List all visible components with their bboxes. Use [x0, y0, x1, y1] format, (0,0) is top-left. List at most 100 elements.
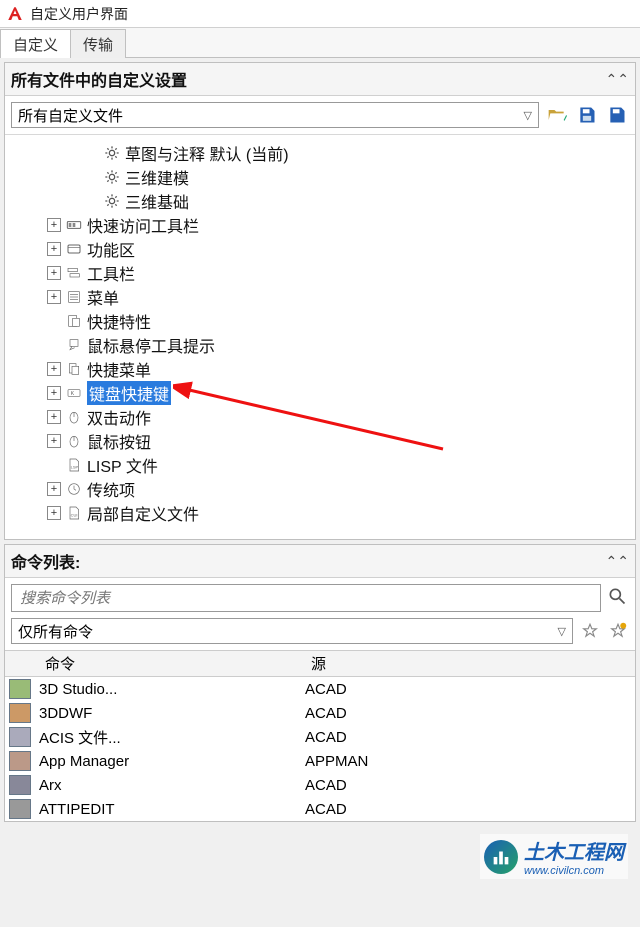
tree-label-selected: 键盘快捷键: [87, 381, 171, 405]
save-as-button[interactable]: [605, 103, 629, 127]
tree-label: 菜单: [87, 285, 119, 309]
table-row[interactable]: ACIS 文件... ACAD: [5, 725, 635, 749]
lisp-file-icon: LSP: [65, 456, 83, 474]
tree-node-menu[interactable]: + 菜单: [15, 285, 631, 309]
customizations-header: 所有文件中的自定义设置 ⌃⌃: [5, 63, 635, 96]
expand-toggle[interactable]: +: [47, 482, 61, 496]
menu-icon: [65, 288, 83, 306]
keyboard-icon: K: [65, 384, 83, 402]
command-list-title: 命令列表:: [11, 549, 80, 573]
context-menu-icon: [65, 360, 83, 378]
tree-label: 传统项: [87, 477, 135, 501]
tree-label: 鼠标按钮: [87, 429, 151, 453]
save-button[interactable]: [575, 103, 599, 127]
tree-node-mouse-buttons[interactable]: + 鼠标按钮: [15, 429, 631, 453]
watermark-logo-icon: [484, 840, 518, 874]
tree-node-keyboard-shortcuts[interactable]: + K 键盘快捷键: [15, 381, 631, 405]
tree-node-partial-cui[interactable]: + CUI 局部自定义文件: [15, 501, 631, 525]
column-header-command[interactable]: 命令: [5, 653, 305, 674]
toolbars-icon: [65, 264, 83, 282]
collapse-button[interactable]: ⌃⌃: [606, 71, 629, 88]
chevron-down-icon: ▽: [524, 109, 532, 122]
tree-node-toolbar[interactable]: + 工具栏: [15, 261, 631, 285]
expand-toggle[interactable]: +: [47, 266, 61, 280]
watermark: 土木工程网 www.civilcn.com: [480, 834, 628, 879]
open-file-button[interactable]: [545, 103, 569, 127]
svg-text:CUI: CUI: [71, 512, 78, 517]
expand-toggle[interactable]: +: [47, 290, 61, 304]
file-combo[interactable]: 所有自定义文件 ▽: [11, 102, 539, 128]
table-row[interactable]: 3DDWF ACAD: [5, 701, 635, 725]
command-source: ACAD: [305, 681, 635, 698]
mouse-doubleclick-icon: [65, 408, 83, 426]
customization-tree[interactable]: 草图与注释 默认 (当前) 三维建模 三维基础 + 快速访问工具栏: [5, 135, 635, 539]
tree-label: 双击动作: [87, 405, 151, 429]
gear-icon: [103, 144, 121, 162]
tree-node-ribbon[interactable]: + 功能区: [15, 237, 631, 261]
svg-text:LSP: LSP: [71, 464, 79, 469]
command-icon: [9, 799, 31, 819]
command-filter-combo[interactable]: 仅所有命令 ▽: [11, 618, 573, 644]
file-combo-value: 所有自定义文件: [18, 105, 123, 126]
tree-node-3d-basics[interactable]: 三维基础: [15, 189, 631, 213]
tree-node-quick-props[interactable]: 快捷特性: [15, 309, 631, 333]
command-icon: [9, 679, 31, 699]
tree-node-qat[interactable]: + 快速访问工具栏: [15, 213, 631, 237]
table-row[interactable]: App Manager APPMAN: [5, 749, 635, 773]
title-bar: 自定义用户界面: [0, 0, 640, 28]
properties-icon: [65, 312, 83, 330]
command-name: App Manager: [39, 753, 305, 770]
customizations-section: 所有文件中的自定义设置 ⌃⌃ 所有自定义文件 ▽ 草图与注释 默认 (当前): [4, 62, 636, 540]
table-row[interactable]: 3D Studio... ACAD: [5, 677, 635, 701]
expand-toggle[interactable]: +: [47, 410, 61, 424]
expand-toggle[interactable]: +: [47, 362, 61, 376]
command-name: ATTIPEDIT: [39, 801, 305, 818]
gear-icon: [103, 168, 121, 186]
table-row[interactable]: Arx ACAD: [5, 773, 635, 797]
tree-spacer: [47, 458, 61, 472]
tree-label: 草图与注释 默认 (当前): [125, 141, 289, 165]
column-header-source[interactable]: 源: [305, 653, 635, 674]
tab-strip: 自定义 传输: [0, 28, 640, 58]
tree-node-double-click[interactable]: + 双击动作: [15, 405, 631, 429]
tree-node-rollover-tooltip[interactable]: 鼠标悬停工具提示: [15, 333, 631, 357]
tree-label: 快捷菜单: [87, 357, 151, 381]
tab-transfer[interactable]: 传输: [70, 29, 126, 58]
tree-node-shortcut-menu[interactable]: + 快捷菜单: [15, 357, 631, 381]
expand-toggle[interactable]: +: [47, 434, 61, 448]
tree-node-draft-annotate[interactable]: 草图与注释 默认 (当前): [15, 141, 631, 165]
toolbar-icon: [65, 216, 83, 234]
tooltip-icon: [65, 336, 83, 354]
expand-toggle[interactable]: +: [47, 218, 61, 232]
window-title: 自定义用户界面: [30, 4, 128, 24]
command-name: 3D Studio...: [39, 681, 305, 698]
favorite-button[interactable]: [579, 620, 601, 642]
command-name: 3DDWF: [39, 705, 305, 722]
tree-label: 快速访问工具栏: [87, 213, 199, 237]
expand-toggle[interactable]: +: [47, 386, 61, 400]
tree-label: 工具栏: [87, 261, 135, 285]
command-source: APPMAN: [305, 753, 635, 770]
expand-toggle[interactable]: +: [47, 242, 61, 256]
command-name: ACIS 文件...: [39, 727, 305, 748]
table-row[interactable]: ATTIPEDIT ACAD: [5, 797, 635, 821]
expand-toggle[interactable]: +: [47, 506, 61, 520]
command-search-input[interactable]: [11, 584, 601, 612]
watermark-brand: 土木工程网: [524, 836, 624, 865]
command-icon: [9, 751, 31, 771]
new-favorite-button[interactable]: [607, 620, 629, 642]
tree-label: LISP 文件: [87, 453, 158, 477]
autocad-app-icon: [6, 5, 24, 23]
chevron-down-icon: ▽: [558, 625, 566, 638]
search-icon[interactable]: [605, 584, 629, 608]
command-icon: [9, 727, 31, 747]
file-combo-row: 所有自定义文件 ▽: [5, 96, 635, 135]
tree-node-lisp-files[interactable]: LSP LISP 文件: [15, 453, 631, 477]
ribbon-icon: [65, 240, 83, 258]
command-source: ACAD: [305, 705, 635, 722]
collapse-button[interactable]: ⌃⌃: [606, 553, 629, 570]
tree-node-3d-modeling[interactable]: 三维建模: [15, 165, 631, 189]
mouse-icon: [65, 432, 83, 450]
tab-customize[interactable]: 自定义: [0, 29, 71, 58]
tree-node-legacy[interactable]: + 传统项: [15, 477, 631, 501]
